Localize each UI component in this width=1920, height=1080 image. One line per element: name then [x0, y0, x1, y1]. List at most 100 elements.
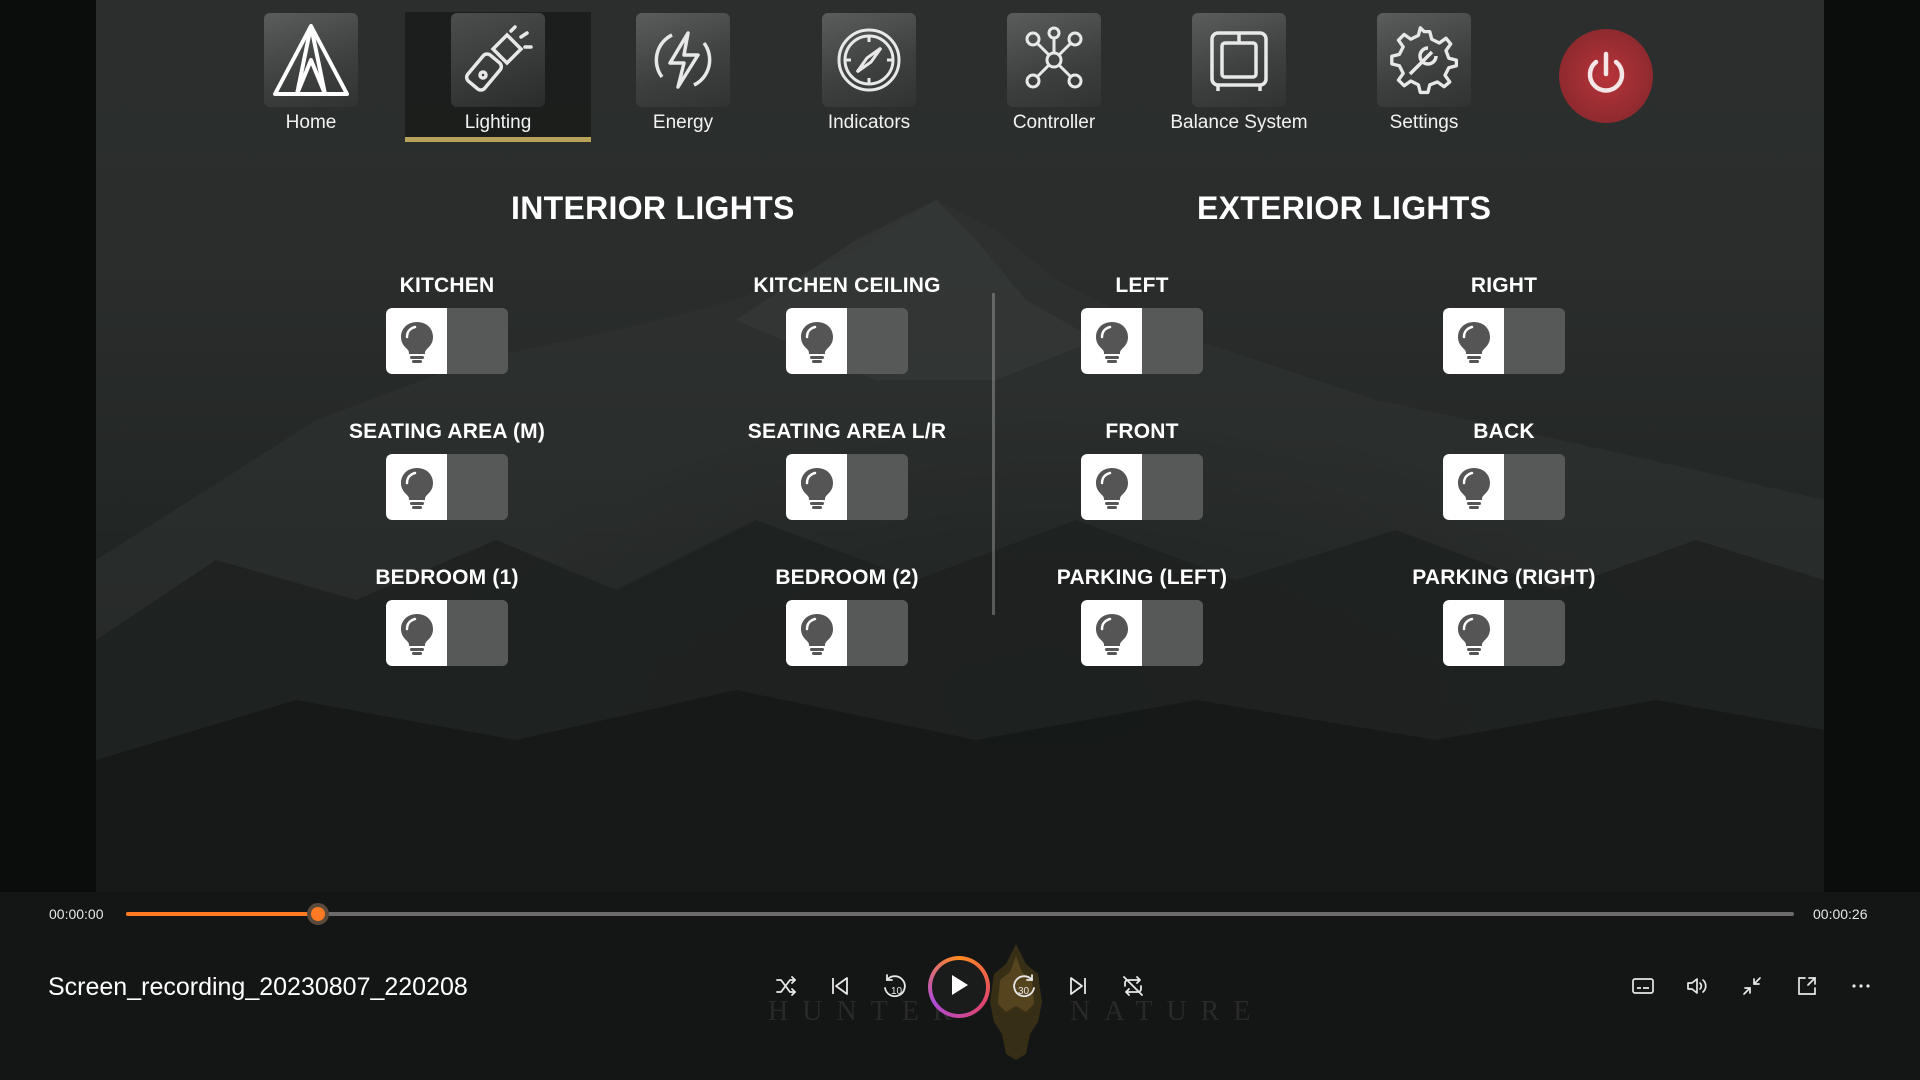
repeat-button[interactable]: [1115, 970, 1151, 1006]
light-label: PARKING (LEFT): [1056, 566, 1228, 589]
forward-30-button[interactable]: 30: [1006, 970, 1042, 1006]
nav-balance-system-label: Balance System: [1170, 112, 1308, 133]
bulb-icon: [386, 308, 447, 374]
light-toggle[interactable]: [786, 308, 908, 374]
light-bedroom-1: BEDROOM (1): [327, 566, 567, 666]
light-label: KITCHEN CEILING: [753, 274, 941, 297]
volume-button[interactable]: [1679, 970, 1715, 1006]
nav-balance-system[interactable]: Balance System: [1146, 12, 1332, 142]
play-button[interactable]: [928, 956, 990, 1018]
nav-indicators[interactable]: Indicators: [776, 12, 962, 142]
light-parking-left: PARKING (LEFT): [1022, 566, 1262, 666]
volume-icon: [1685, 974, 1709, 1003]
play-button-inner: [932, 960, 986, 1014]
network-icon: [1007, 13, 1101, 107]
exit-fullscreen-button[interactable]: [1734, 970, 1770, 1006]
bulb-icon: [1081, 308, 1142, 374]
nav-energy-label: Energy: [652, 112, 714, 133]
light-toggle[interactable]: [1081, 308, 1203, 374]
subtitles-button[interactable]: [1625, 970, 1661, 1006]
light-toggle[interactable]: [1443, 454, 1565, 520]
repeat-off-icon: [1121, 974, 1145, 1003]
bulb-icon: [786, 308, 847, 374]
shuffle-button[interactable]: [768, 970, 804, 1006]
svg-text:30: 30: [1018, 986, 1030, 997]
light-label: RIGHT: [1470, 274, 1538, 297]
light-label: BACK: [1473, 420, 1535, 443]
previous-icon: [828, 974, 852, 1003]
mini-player-icon: [1795, 974, 1819, 1003]
light-label: KITCHEN: [399, 274, 495, 297]
balance-icon: [1192, 13, 1286, 107]
lightning-icon: [636, 13, 730, 107]
light-label: BEDROOM (1): [375, 566, 519, 589]
bulb-icon: [1443, 454, 1504, 520]
light-front: FRONT: [1022, 420, 1262, 520]
gear-wrench-icon: [1377, 13, 1471, 107]
light-toggle[interactable]: [386, 600, 508, 666]
light-toggle[interactable]: [1443, 308, 1565, 374]
light-back: BACK: [1384, 420, 1624, 520]
light-label: SEATING AREA L/R: [747, 420, 947, 443]
shuffle-icon: [774, 974, 798, 1003]
flashlight-icon: [451, 13, 545, 107]
rewind-10-button[interactable]: 10: [877, 970, 913, 1006]
previous-button[interactable]: [822, 970, 858, 1006]
power-button[interactable]: [1559, 29, 1653, 123]
nav-home-label: Home: [285, 112, 337, 133]
bulb-icon: [386, 454, 447, 520]
bulb-icon: [1443, 308, 1504, 374]
light-label: PARKING (RIGHT): [1412, 566, 1596, 589]
light-toggle[interactable]: [1081, 454, 1203, 520]
seek-bar[interactable]: [126, 903, 1794, 925]
light-bedroom-2: BEDROOM (2): [727, 566, 967, 666]
rewind-10-icon: 10: [881, 972, 909, 1005]
current-time: 00:00:00: [49, 906, 104, 922]
nav-lighting[interactable]: Lighting: [405, 12, 591, 142]
compass-icon: [822, 13, 916, 107]
light-toggle[interactable]: [786, 454, 908, 520]
total-time: 00:00:26: [1813, 906, 1868, 922]
bulb-icon: [1081, 600, 1142, 666]
light-label: LEFT: [1115, 274, 1169, 297]
next-icon: [1066, 974, 1090, 1003]
light-right: RIGHT: [1384, 274, 1624, 374]
bulb-icon: [1081, 454, 1142, 520]
light-kitchen: KITCHEN: [327, 274, 567, 374]
nav-controller[interactable]: Controller: [961, 12, 1147, 142]
light-toggle[interactable]: [386, 454, 508, 520]
light-toggle[interactable]: [1443, 600, 1565, 666]
subtitles-icon: [1631, 974, 1655, 1003]
forward-30-icon: 30: [1010, 972, 1038, 1005]
light-toggle[interactable]: [1081, 600, 1203, 666]
power-icon: [1582, 50, 1630, 103]
bulb-icon: [786, 600, 847, 666]
light-label: SEATING AREA (M): [348, 420, 546, 443]
light-kitchen-ceiling: KITCHEN CEILING: [727, 274, 967, 374]
active-tab-indicator: [405, 137, 591, 142]
nav-settings-label: Settings: [1389, 112, 1459, 133]
interior-lights-title: INTERIOR LIGHTS: [511, 190, 795, 226]
more-button[interactable]: [1843, 970, 1879, 1006]
light-seating-area-lr: SEATING AREA L/R: [727, 420, 967, 520]
mini-player-button[interactable]: [1789, 970, 1825, 1006]
bulb-icon: [786, 454, 847, 520]
exterior-lights-title: EXTERIOR LIGHTS: [1197, 190, 1492, 226]
seek-thumb[interactable]: [306, 903, 329, 925]
nav-controller-label: Controller: [1012, 112, 1096, 133]
top-navigation: Home Lighting Energy Indicators Controll…: [96, 12, 1824, 142]
tent-icon: [264, 13, 358, 107]
bulb-icon: [386, 600, 447, 666]
svg-text:10: 10: [891, 986, 903, 997]
nav-energy[interactable]: Energy: [590, 12, 776, 142]
light-toggle[interactable]: [386, 308, 508, 374]
light-toggle[interactable]: [786, 600, 908, 666]
nav-home[interactable]: Home: [218, 12, 404, 142]
light-label: FRONT: [1105, 420, 1179, 443]
video-viewport: Home Lighting Energy Indicators Controll…: [96, 0, 1824, 892]
next-button[interactable]: [1060, 970, 1096, 1006]
light-label: BEDROOM (2): [775, 566, 919, 589]
light-left: LEFT: [1022, 274, 1262, 374]
section-divider: [992, 293, 995, 615]
nav-settings[interactable]: Settings: [1331, 12, 1517, 142]
